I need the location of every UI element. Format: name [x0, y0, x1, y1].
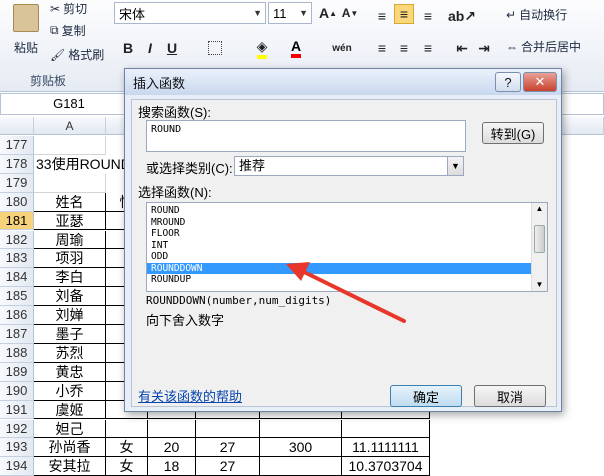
annotation-arrow	[286, 262, 406, 323]
arrow-shaft	[298, 268, 406, 323]
table-cell[interactable]	[260, 457, 342, 476]
table-cell[interactable]: 10.3703704	[342, 457, 430, 476]
table-cell[interactable]: 27	[196, 457, 260, 476]
table-cell[interactable]: 18	[148, 457, 196, 476]
table-cell[interactable]: 女	[106, 457, 148, 476]
table-cell[interactable]: 安其拉	[34, 457, 106, 476]
row-header[interactable]: 194	[0, 457, 34, 476]
